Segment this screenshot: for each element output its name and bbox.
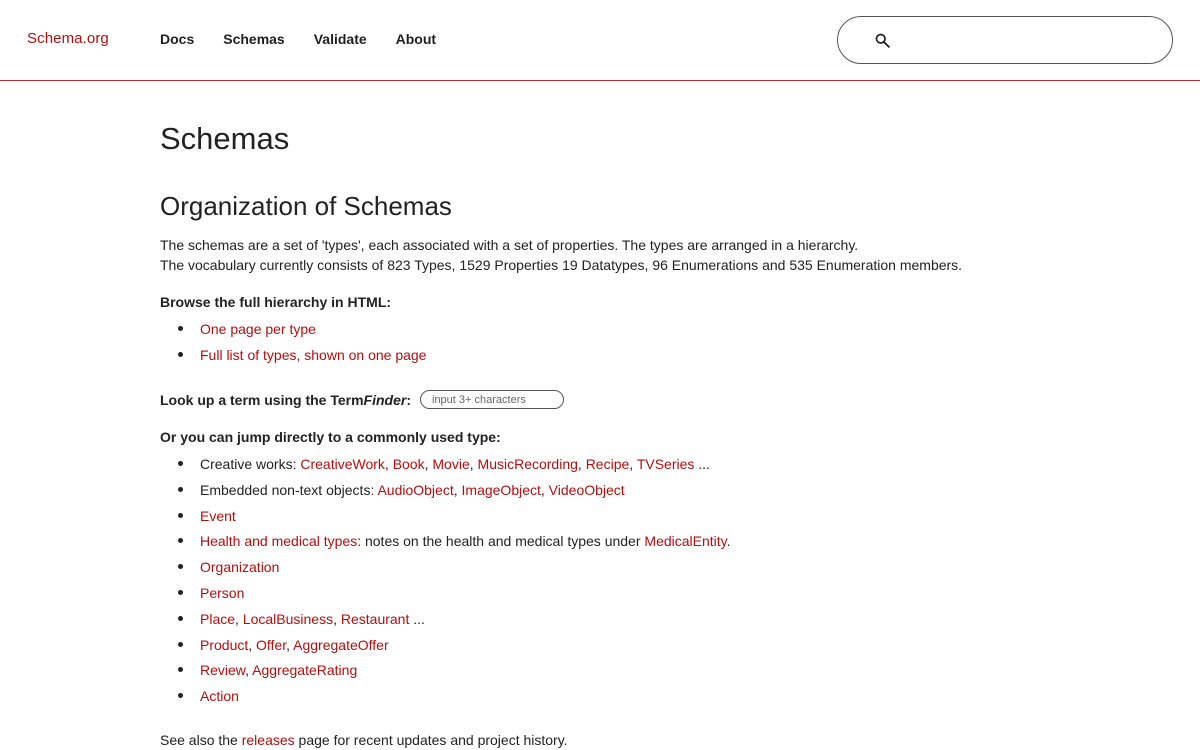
link-action[interactable]: Action xyxy=(200,688,239,704)
link-event[interactable]: Event xyxy=(200,508,236,524)
intro-line-1: The schemas are a set of 'types', each a… xyxy=(160,237,859,253)
ellipsis: ... xyxy=(694,456,710,472)
link-movie[interactable]: Movie xyxy=(432,456,469,472)
search-input[interactable] xyxy=(900,25,1160,55)
link-audioobject[interactable]: AudioObject xyxy=(377,482,453,498)
nav-schemas[interactable]: Schemas xyxy=(223,31,284,47)
link-offer[interactable]: Offer xyxy=(256,637,286,653)
health-period: . xyxy=(726,533,731,550)
list-item: Health and medical types: notes on the h… xyxy=(160,532,731,558)
one-page-per-type-link[interactable]: One page per type xyxy=(200,321,316,337)
link-videoobject[interactable]: VideoObject xyxy=(549,482,625,498)
lookup-colon: : xyxy=(406,391,411,408)
search-box[interactable] xyxy=(837,16,1173,64)
site-logo-link[interactable]: Schema.org xyxy=(27,30,109,47)
intro-line-2: The vocabulary currently consists of 823… xyxy=(160,256,963,273)
health-note: : notes on the health and medical types … xyxy=(357,533,645,550)
link-review[interactable]: Review xyxy=(200,662,245,678)
page-title: Schemas xyxy=(160,121,290,156)
intro-text: The schemas are a set of 'types', each a… xyxy=(160,236,962,275)
link-place[interactable]: Place xyxy=(200,611,235,627)
list-item: One page per type xyxy=(160,320,426,346)
browse-list: One page per type Full list of types, sh… xyxy=(160,320,426,372)
list-item: Embedded non-text objects: AudioObject, … xyxy=(160,481,731,507)
link-book[interactable]: Book xyxy=(393,456,425,472)
link-imageobject[interactable]: ImageObject xyxy=(462,482,541,498)
link-medicalentity[interactable]: MedicalEntity xyxy=(644,533,726,549)
nav-validate[interactable]: Validate xyxy=(314,31,367,47)
list-item: Product, Offer, AggregateOffer xyxy=(160,636,731,662)
creative-works-label: Creative works: xyxy=(200,456,301,472)
list-item: Creative works: CreativeWork, Book, Movi… xyxy=(160,455,731,481)
link-person[interactable]: Person xyxy=(200,585,244,601)
releases-link[interactable]: releases xyxy=(242,732,295,748)
link-organization[interactable]: Organization xyxy=(200,559,279,575)
releases-note-suffix: page for recent updates and project hist… xyxy=(294,732,568,748)
common-types-list: Creative works: CreativeWork, Book, Movi… xyxy=(160,455,731,713)
link-musicrecording[interactable]: MusicRecording xyxy=(478,456,578,472)
link-aggregaterating[interactable]: AggregateRating xyxy=(252,662,357,678)
list-item: Person xyxy=(160,584,731,610)
link-tvseries[interactable]: TVSeries xyxy=(637,456,695,472)
link-health-medical[interactable]: Health and medical types xyxy=(200,533,357,549)
link-aggregateoffer[interactable]: AggregateOffer xyxy=(293,637,388,653)
section-title: Organization of Schemas xyxy=(160,191,452,221)
site-header: Schema.org Docs Schemas Validate About xyxy=(0,0,1200,81)
link-creativework[interactable]: CreativeWork xyxy=(300,456,385,472)
list-item: Full list of types, shown on one page xyxy=(160,346,426,372)
termfinder-input[interactable] xyxy=(420,390,564,409)
link-recipe[interactable]: Recipe xyxy=(586,456,630,472)
releases-note: See also the releases page for recent up… xyxy=(160,732,568,748)
jump-heading: Or you can jump directly to a commonly u… xyxy=(160,429,501,445)
nav-docs[interactable]: Docs xyxy=(160,31,194,47)
list-item: Place, LocalBusiness, Restaurant ... xyxy=(160,610,731,636)
termfinder-row: Look up a term using the Term Finder: xyxy=(160,390,564,409)
link-product[interactable]: Product xyxy=(200,637,248,653)
releases-note-prefix: See also the xyxy=(160,732,242,748)
search-icon[interactable] xyxy=(874,32,891,49)
lookup-label-em: Finder xyxy=(363,391,407,408)
main-nav: Docs Schemas Validate About xyxy=(160,31,465,47)
nav-about[interactable]: About xyxy=(396,31,436,47)
link-restaurant[interactable]: Restaurant xyxy=(341,611,409,627)
list-item: Review, AggregateRating xyxy=(160,661,731,687)
link-localbusiness[interactable]: LocalBusiness xyxy=(243,611,333,627)
full-list-link[interactable]: Full list of types, shown on one page xyxy=(200,347,426,363)
browse-heading: Browse the full hierarchy in HTML: xyxy=(160,294,392,310)
list-item: Event xyxy=(160,507,731,533)
lookup-label: Look up a term using the Term xyxy=(160,391,364,408)
embedded-label: Embedded non-text objects: xyxy=(200,481,378,498)
ellipsis: ... xyxy=(409,610,425,627)
list-item: Action xyxy=(160,687,731,713)
list-item: Organization xyxy=(160,558,731,584)
